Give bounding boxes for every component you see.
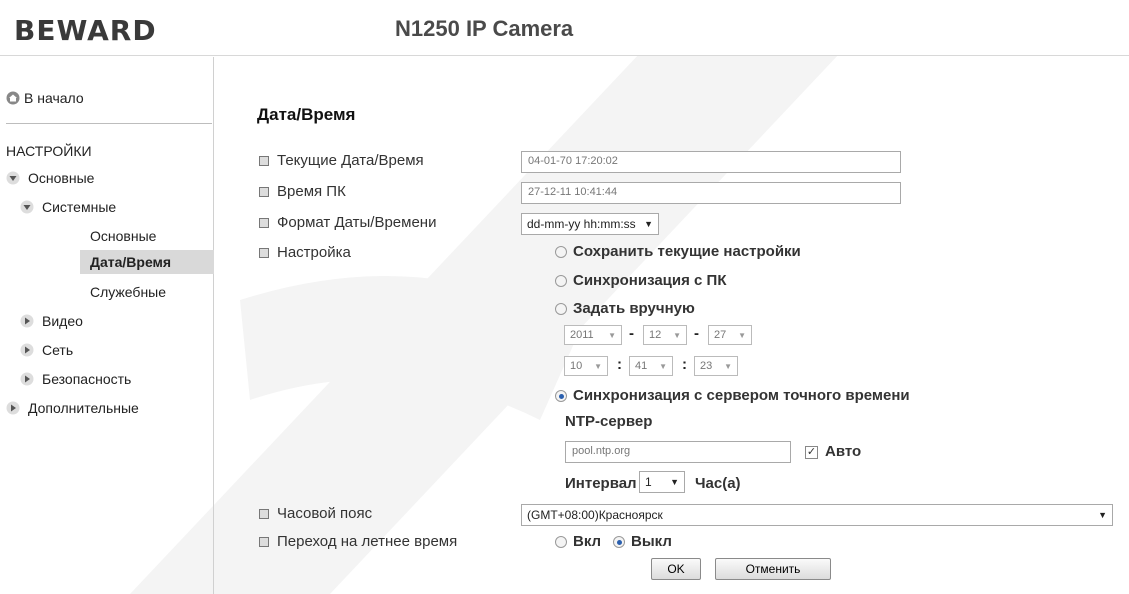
radio-dst-on[interactable]: Вкл bbox=[555, 533, 601, 550]
sidebar-item-label: Безопасность bbox=[42, 371, 132, 387]
header: BEWARD N1250 IP Camera bbox=[0, 0, 1129, 56]
chevron-down-icon: ▼ bbox=[673, 330, 681, 340]
ntp-server-input[interactable]: pool.ntp.org bbox=[565, 441, 791, 463]
sidebar-item-datetime[interactable]: Дата/Время bbox=[80, 250, 214, 274]
home-icon bbox=[6, 91, 20, 105]
chevron-down-icon: ▼ bbox=[724, 361, 732, 371]
radio-dst-off[interactable]: Выкл bbox=[613, 533, 672, 550]
bullet-icon bbox=[259, 186, 269, 197]
sidebar-divider bbox=[6, 123, 212, 124]
minute-select[interactable]: 41 ▼ bbox=[629, 356, 673, 376]
chevron-down-icon: ▼ bbox=[738, 330, 746, 340]
bullet-icon bbox=[259, 217, 269, 228]
home-link[interactable]: В начало bbox=[6, 90, 84, 106]
sidebar-section-title: НАСТРОЙКИ bbox=[6, 143, 92, 159]
current-datetime-field: 04-01-70 17:20:02 bbox=[521, 151, 901, 173]
hour-select[interactable]: 10 ▼ bbox=[564, 356, 608, 376]
interval-select[interactable]: 1 ▼ bbox=[639, 471, 685, 493]
radio-manual[interactable]: Задать вручную bbox=[555, 300, 695, 317]
sidebar-item-security[interactable]: Безопасность bbox=[20, 371, 131, 387]
pc-time-field: 27-12-11 10:41:44 bbox=[521, 182, 901, 204]
pc-time-label: Время ПК bbox=[259, 183, 346, 200]
chevron-right-icon bbox=[20, 372, 34, 386]
sidebar-item-label: Системные bbox=[42, 199, 117, 215]
radio-icon bbox=[555, 274, 567, 287]
chevron-down-icon: ▼ bbox=[1098, 510, 1107, 520]
sidebar-item-label: Дополнительные bbox=[28, 400, 139, 416]
format-select[interactable]: dd-mm-yy hh:mm:ss ▼ bbox=[521, 213, 659, 235]
sidebar-item-system[interactable]: Системные bbox=[20, 199, 116, 215]
current-datetime-label: Текущие Дата/Время bbox=[259, 152, 424, 169]
chevron-down-icon: ▼ bbox=[659, 361, 667, 371]
chevron-right-icon bbox=[20, 314, 34, 328]
cancel-button[interactable]: Отменить bbox=[715, 558, 831, 580]
date-separator: - bbox=[694, 325, 699, 342]
month-select[interactable]: 12 ▼ bbox=[643, 325, 687, 345]
sidebar-item-system-basic[interactable]: Основные bbox=[90, 228, 156, 244]
sidebar-item-label: Видео bbox=[42, 313, 83, 329]
year-select[interactable]: 2011 ▼ bbox=[564, 325, 622, 345]
timezone-select[interactable]: (GMT+08:00)Красноярск ▼ bbox=[521, 504, 1113, 526]
sidebar-item-label: Основные bbox=[28, 170, 95, 186]
home-label: В начало bbox=[24, 90, 84, 106]
bullet-icon bbox=[259, 508, 269, 519]
chevron-right-icon bbox=[20, 343, 34, 357]
date-separator: - bbox=[629, 325, 634, 342]
bullet-icon bbox=[259, 155, 269, 166]
radio-icon bbox=[555, 302, 567, 315]
interval-unit: Час(а) bbox=[695, 475, 741, 492]
radio-sync-pc[interactable]: Синхронизация с ПК bbox=[555, 272, 726, 289]
sidebar-item-basic[interactable]: Основные bbox=[6, 170, 94, 186]
radio-icon bbox=[613, 535, 625, 548]
chevron-down-icon bbox=[20, 200, 34, 214]
radio-keep-settings[interactable]: Сохранить текущие настройки bbox=[555, 243, 801, 260]
ntp-server-label: NTP-сервер bbox=[565, 413, 653, 430]
setting-label: Настройка bbox=[259, 244, 351, 261]
bullet-icon bbox=[259, 247, 269, 258]
time-separator: : bbox=[617, 356, 622, 373]
sidebar-item-label: Сеть bbox=[42, 342, 74, 358]
auto-label: Авто bbox=[825, 443, 862, 460]
page-title: Дата/Время bbox=[257, 105, 356, 124]
dst-label: Переход на летнее время bbox=[259, 533, 457, 550]
chevron-down-icon: ▼ bbox=[644, 219, 653, 229]
sidebar-item-network[interactable]: Сеть bbox=[20, 342, 73, 358]
sidebar-item-video[interactable]: Видео bbox=[20, 313, 83, 329]
chevron-down-icon: ▼ bbox=[670, 477, 679, 487]
bullet-icon bbox=[259, 536, 269, 547]
sidebar: В начало НАСТРОЙКИ Основные Системные Ос… bbox=[0, 57, 214, 594]
chevron-down-icon bbox=[6, 171, 20, 185]
radio-icon bbox=[555, 389, 567, 402]
auto-checkbox[interactable]: ✓ bbox=[805, 446, 818, 459]
sidebar-item-service[interactable]: Служебные bbox=[90, 284, 166, 300]
beward-logo: BEWARD bbox=[14, 14, 157, 47]
second-select[interactable]: 23 ▼ bbox=[694, 356, 738, 376]
sidebar-item-advanced[interactable]: Дополнительные bbox=[6, 400, 139, 416]
chevron-down-icon: ▼ bbox=[608, 330, 616, 340]
radio-ntp-sync[interactable]: Синхронизация с сервером точного времени bbox=[555, 387, 910, 404]
ok-button[interactable]: OK bbox=[651, 558, 701, 580]
timezone-label: Часовой пояс bbox=[259, 505, 372, 522]
chevron-right-icon bbox=[6, 401, 20, 415]
camera-title: N1250 IP Camera bbox=[395, 16, 574, 41]
main-content: Дата/Время Текущие Дата/Время 04-01-70 1… bbox=[215, 57, 1129, 594]
day-select[interactable]: 27 ▼ bbox=[708, 325, 752, 345]
chevron-down-icon: ▼ bbox=[594, 361, 602, 371]
time-separator: : bbox=[682, 356, 687, 373]
radio-icon bbox=[555, 245, 567, 258]
radio-icon bbox=[555, 535, 567, 548]
format-label: Формат Даты/Времени bbox=[259, 214, 436, 231]
interval-label: Интервал bbox=[565, 475, 637, 492]
